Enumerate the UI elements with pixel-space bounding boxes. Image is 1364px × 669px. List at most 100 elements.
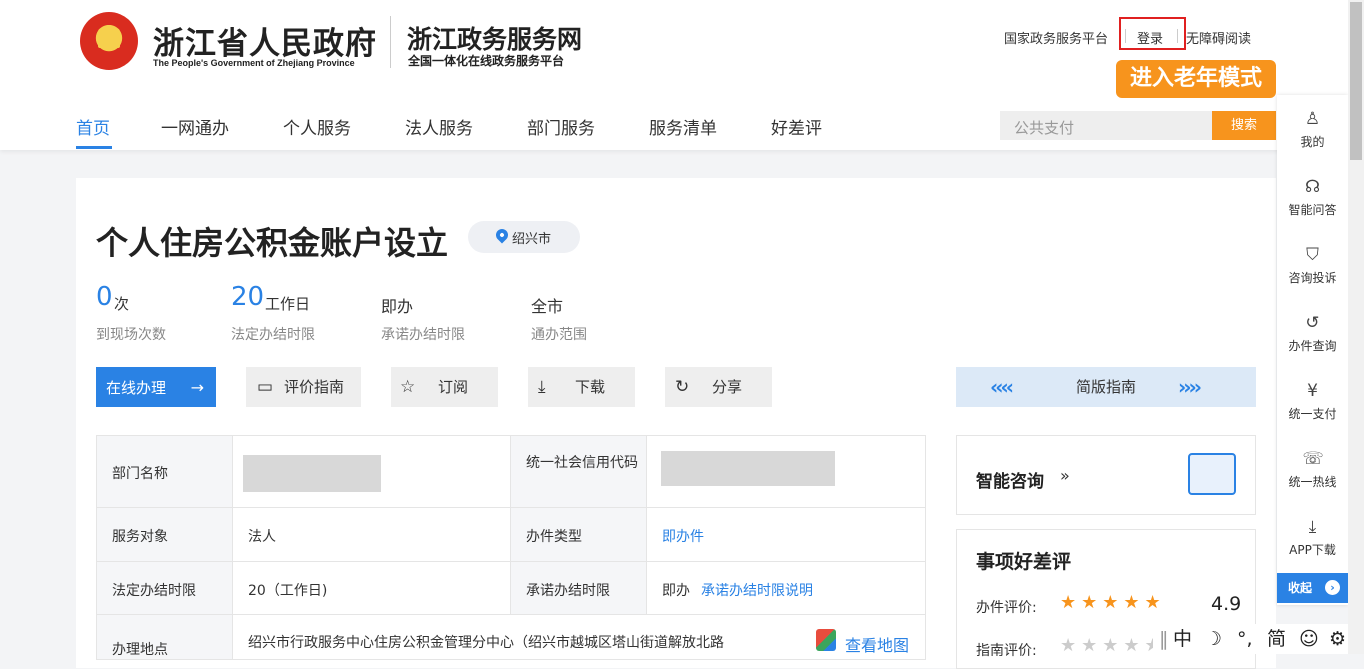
ai-consult-box[interactable]: 智能咨询 » bbox=[956, 435, 1256, 515]
stat-legal-label: 法定办结时限 bbox=[231, 327, 315, 343]
login-highlight-box bbox=[1119, 17, 1186, 50]
table-value-cell: 即办件 bbox=[647, 508, 926, 562]
sidebar-item-label: 咨询投诉 bbox=[1288, 271, 1337, 285]
stat-legal-unit: 工作日 bbox=[265, 295, 311, 313]
promise-limit-value: 即办 bbox=[662, 583, 690, 599]
credit-label: 统一社会信用代码 bbox=[526, 455, 638, 471]
sidebar-item-payment[interactable]: ¥ 统一支付 bbox=[1277, 381, 1348, 422]
table-label-cell: 办件类型 bbox=[511, 508, 647, 562]
site-subtitle: 全国一体化在线政务服务平台 bbox=[408, 54, 565, 68]
ime-toolbar: ‖ 中 ☽ °, 简 ☺ ⚙ bbox=[1153, 624, 1348, 654]
rating-score: 4.9 bbox=[1211, 593, 1242, 615]
table-label-cell: 办理地点 bbox=[96, 615, 233, 660]
sidebar-item-label: 统一支付 bbox=[1288, 407, 1337, 421]
emoji-icon[interactable]: ☺ bbox=[1299, 624, 1319, 654]
map-icon bbox=[816, 629, 836, 651]
stat-scope-label: 通办范围 bbox=[531, 327, 587, 343]
rating-label: 指南评价: bbox=[976, 643, 1037, 659]
search-button[interactable]: 搜索 bbox=[1212, 111, 1276, 140]
nav-one-stop[interactable]: 一网通办 bbox=[161, 114, 229, 139]
stat-visits-value: 0 bbox=[96, 282, 113, 312]
chevrons-right-icon: ›››› bbox=[1178, 375, 1202, 399]
nav-department[interactable]: 部门服务 bbox=[527, 114, 595, 139]
simple-guide-button[interactable]: ‹‹‹‹ 简版指南 ›››› bbox=[956, 367, 1256, 407]
moon-icon[interactable]: ☽ bbox=[1205, 624, 1222, 654]
download-label: 下载 bbox=[575, 378, 606, 396]
download-box-icon: ⤓ bbox=[1308, 517, 1317, 537]
download-button[interactable]: ⤓ 下载 bbox=[528, 367, 635, 407]
ime-grip[interactable]: ‖ bbox=[1159, 624, 1169, 654]
city-badge[interactable]: 绍兴市 bbox=[468, 221, 580, 253]
collapse-sidebar-button[interactable]: 收起 › bbox=[1277, 573, 1348, 603]
ai-consult-label: 智能咨询 bbox=[976, 472, 1044, 492]
stat-scope-value: 全市 bbox=[531, 297, 564, 316]
address-value: 绍兴市行政服务中心住房公积金管理分中心（绍兴市越城区塔山街道解放北路 bbox=[248, 635, 724, 651]
dept-label: 部门名称 bbox=[112, 466, 168, 482]
target-label: 服务对象 bbox=[112, 529, 168, 545]
rate-guide-label: 评价指南 bbox=[284, 378, 345, 396]
view-map-link[interactable]: 查看地图 bbox=[845, 632, 909, 656]
rate-guide-button[interactable]: ▭ 评价指南 bbox=[246, 367, 361, 407]
brand-divider bbox=[390, 16, 391, 68]
site-header: 浙江省人民政府 The People's Government of Zheji… bbox=[0, 0, 1348, 150]
stat-legal-value: 20 bbox=[231, 282, 265, 312]
share-icon: ↻ bbox=[675, 377, 690, 397]
redacted-block bbox=[661, 451, 835, 486]
nav-legal-person[interactable]: 法人服务 bbox=[405, 114, 473, 139]
sidebar-item-label: 统一热线 bbox=[1288, 475, 1337, 489]
nav-service-list[interactable]: 服务清单 bbox=[649, 114, 717, 139]
rating-stars: ★★★★★ bbox=[1060, 592, 1166, 613]
address-label: 办理地点 bbox=[112, 642, 168, 658]
online-apply-button[interactable]: 在线办理 → bbox=[96, 367, 216, 407]
punct-toggle[interactable]: °, bbox=[1237, 624, 1253, 654]
legal-limit-value: 20（工作日) bbox=[248, 583, 328, 599]
script-toggle[interactable]: 简 bbox=[1267, 624, 1286, 654]
scrollbar-thumb[interactable] bbox=[1350, 2, 1362, 160]
national-platform-link[interactable]: 国家政务服务平台 bbox=[1004, 28, 1108, 47]
accessible-reading-link[interactable]: 无障碍阅读 bbox=[1186, 28, 1251, 47]
table-value-cell: 20（工作日) bbox=[233, 562, 511, 615]
gov-title-en: The People's Government of Zhejiang Prov… bbox=[153, 58, 355, 68]
download-icon: ⤓ bbox=[538, 377, 546, 397]
table-label-cell: 部门名称 bbox=[96, 435, 233, 508]
page-title: 个人住房公积金账户设立 bbox=[96, 224, 449, 262]
floating-sidebar: ♙ 我的 ☊ 智能问答 ⛉ 咨询投诉 ↺ 办件查询 ¥ 统一支付 ☏ 统一热线 ⤓ APP下载 bbox=[1277, 95, 1348, 605]
gear-icon[interactable]: ⚙ bbox=[1329, 624, 1346, 654]
sidebar-item-complaint[interactable]: ⛉ 咨询投诉 bbox=[1277, 245, 1348, 286]
table-value-cell bbox=[233, 435, 511, 508]
elder-mode-button[interactable]: 进入老年模式 bbox=[1116, 60, 1276, 98]
legal-limit-label: 法定办结时限 bbox=[112, 583, 196, 599]
promise-limit-label: 承诺办结时限 bbox=[526, 583, 610, 599]
online-apply-label: 在线办理 bbox=[106, 379, 167, 397]
table-label-cell: 法定办结时限 bbox=[96, 562, 233, 615]
type-value-link[interactable]: 即办件 bbox=[662, 526, 704, 546]
type-label: 办件类型 bbox=[526, 529, 582, 545]
sidebar-item-mine[interactable]: ♙ 我的 bbox=[1277, 109, 1348, 150]
sidebar-item-hotline[interactable]: ☏ 统一热线 bbox=[1277, 449, 1348, 490]
arrow-right-icon: → bbox=[190, 378, 204, 397]
nav-rating[interactable]: 好差评 bbox=[771, 114, 822, 139]
nav-home[interactable]: 首页 bbox=[76, 114, 110, 139]
subscribe-button[interactable]: ☆ 订阅 bbox=[391, 367, 498, 407]
ime-mode-toggle[interactable]: 中 bbox=[1173, 624, 1192, 654]
sidebar-item-label: APP下载 bbox=[1289, 543, 1336, 557]
site-title[interactable]: 浙江政务服务网 bbox=[407, 20, 582, 56]
redacted-block bbox=[243, 455, 381, 492]
phone-icon: ☏ bbox=[1302, 449, 1324, 469]
star-outline-icon: ☆ bbox=[400, 377, 416, 397]
stat-visits-label: 到现场次数 bbox=[96, 327, 166, 343]
promise-explain-link[interactable]: 承诺办结时限说明 bbox=[701, 580, 813, 600]
double-chevron-icon: » bbox=[1060, 466, 1070, 485]
rating-stars: ★★★★★ bbox=[1060, 635, 1166, 656]
chevrons-left-icon: ‹‹‹‹ bbox=[990, 375, 1014, 399]
table-value-cell: 绍兴市行政服务中心住房公积金管理分中心（绍兴市越城区塔山街道解放北路 查看地图 bbox=[233, 615, 926, 660]
sidebar-item-query[interactable]: ↺ 办件查询 bbox=[1277, 313, 1348, 354]
sidebar-item-smart-qa[interactable]: ☊ 智能问答 bbox=[1277, 177, 1348, 218]
search-input[interactable]: 公共支付 bbox=[1000, 111, 1212, 140]
comment-icon: ▭ bbox=[257, 377, 274, 397]
stat-visits-unit: 次 bbox=[114, 295, 130, 313]
table-value-cell: 法人 bbox=[233, 508, 511, 562]
share-button[interactable]: ↻ 分享 bbox=[665, 367, 772, 407]
nav-personal[interactable]: 个人服务 bbox=[283, 114, 351, 139]
sidebar-item-app[interactable]: ⤓ APP下载 bbox=[1277, 517, 1348, 558]
